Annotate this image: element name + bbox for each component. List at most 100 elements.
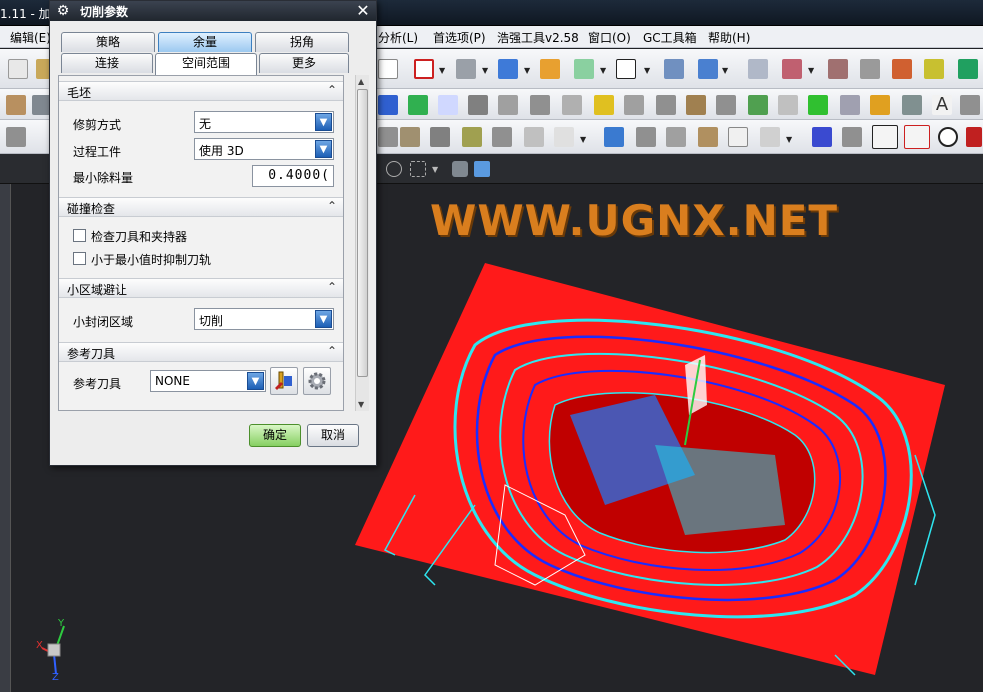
close-icon[interactable]: ✕ — [352, 1, 374, 21]
spring-icon[interactable] — [698, 127, 718, 147]
layer-icon[interactable] — [574, 59, 594, 79]
play-icon[interactable] — [958, 59, 978, 79]
menu-gc-toolbox[interactable]: GC工具箱 — [643, 29, 697, 46]
list-icon[interactable] — [778, 95, 798, 115]
chevron-down-icon[interactable]: ▼ — [600, 67, 608, 75]
gear-tool-icon[interactable] — [924, 59, 944, 79]
tool-icon[interactable] — [892, 59, 912, 79]
point-set-icon[interactable] — [782, 59, 802, 79]
new-tool-button[interactable] — [303, 367, 331, 395]
tree-icon[interactable] — [468, 95, 488, 115]
ok-button[interactable]: 确定 — [249, 424, 301, 447]
group-header-blank[interactable]: 毛坯 ⌃ — [59, 81, 343, 101]
group-header-ref-tool[interactable]: 参考刀具 ⌃ — [59, 342, 343, 362]
drill-icon[interactable] — [594, 95, 614, 115]
text-icon[interactable]: A — [932, 95, 952, 115]
dialog-title-bar[interactable]: ⚙ 切削参数 ✕ — [50, 1, 376, 21]
cylinder-icon[interactable] — [624, 95, 644, 115]
chevron-up-icon[interactable]: ⌃ — [327, 199, 337, 213]
color-swatch-icon[interactable] — [616, 59, 636, 79]
link-icon[interactable] — [842, 127, 862, 147]
info-icon[interactable] — [604, 127, 624, 147]
solid-icon[interactable] — [840, 95, 860, 115]
menu-haoqiang-tools[interactable]: 浩强工具v2.58 — [497, 29, 579, 46]
tab-connections[interactable]: 连接 — [61, 53, 153, 73]
chevron-down-icon[interactable]: ▼ — [644, 67, 652, 75]
chevron-down-icon[interactable]: ▼ — [315, 140, 332, 158]
circle-target-icon[interactable] — [938, 127, 958, 147]
chevron-down-icon[interactable]: ▼ — [247, 372, 264, 390]
sketch-icon[interactable] — [6, 127, 26, 147]
copy-icon[interactable] — [430, 127, 450, 147]
fit-icon[interactable] — [728, 127, 748, 147]
check-icon[interactable] — [808, 95, 828, 115]
extrude-icon[interactable] — [378, 127, 398, 147]
chevron-down-icon[interactable]: ▼ — [315, 113, 332, 131]
folder-icon[interactable] — [400, 127, 420, 147]
resource-bar[interactable] — [0, 184, 11, 692]
grid-icon[interactable] — [462, 127, 482, 147]
xyz-icon[interactable] — [562, 95, 582, 115]
ref-tool-select[interactable]: NONE ▼ — [150, 370, 266, 392]
tab-stock[interactable]: 余量 — [158, 32, 252, 52]
small-closed-area-select[interactable]: 切削 ▼ — [194, 308, 334, 330]
scroll-down-icon[interactable]: ▼ — [358, 400, 364, 409]
part-icon[interactable] — [6, 95, 26, 115]
paint-icon[interactable] — [540, 59, 560, 79]
fraction-icon[interactable] — [554, 127, 574, 147]
step-icon[interactable] — [530, 95, 550, 115]
chevron-down-icon[interactable]: ▼ — [315, 310, 332, 328]
group-header-collision[interactable]: 碰撞检查 ⌃ — [59, 197, 343, 217]
group-header-small-area[interactable]: 小区域避让 ⌃ — [59, 278, 343, 298]
chevron-down-icon[interactable]: ▼ — [432, 166, 440, 174]
trim-by-select[interactable]: 无 ▼ — [194, 111, 334, 133]
tab-strategy[interactable]: 策略 — [61, 32, 155, 52]
menu-analysis[interactable]: 分析(L) — [378, 29, 418, 46]
program-icon[interactable] — [408, 95, 428, 115]
chevron-up-icon[interactable]: ⌃ — [327, 83, 337, 97]
new-file-icon[interactable] — [8, 59, 28, 79]
snap-point-icon[interactable] — [386, 161, 402, 177]
dimension-icon[interactable] — [760, 127, 780, 147]
move-object-icon[interactable] — [698, 59, 718, 79]
check-holder-checkbox[interactable] — [73, 229, 86, 242]
block-icon[interactable] — [860, 59, 880, 79]
min-material-input[interactable]: 0.4000( — [252, 165, 334, 187]
tab-corners[interactable]: 拐角 — [255, 32, 349, 52]
selection-filter-icon[interactable] — [378, 59, 398, 79]
section-icon[interactable] — [872, 125, 898, 149]
brush-icon[interactable] — [812, 127, 832, 147]
surface-icon[interactable] — [656, 95, 676, 115]
chevron-down-icon[interactable]: ▼ — [722, 67, 730, 75]
menu-window[interactable]: 窗口(O) — [588, 29, 631, 46]
chevron-down-icon[interactable]: ▼ — [580, 136, 588, 144]
part-model-with-toolpaths[interactable] — [355, 255, 983, 692]
select-tool-button[interactable] — [270, 367, 298, 395]
shaded-icon[interactable] — [452, 161, 468, 177]
column-icon[interactable] — [716, 95, 736, 115]
sweep-icon[interactable] — [960, 95, 980, 115]
dialog-scrollbar[interactable]: ▲ ▼ — [355, 75, 369, 411]
bar-icon[interactable] — [686, 95, 706, 115]
prt-icon[interactable] — [438, 95, 458, 115]
chevron-up-icon[interactable]: ⌃ — [327, 280, 337, 294]
fit-view-icon[interactable] — [414, 59, 434, 79]
scroll-thumb[interactable] — [357, 89, 368, 377]
cancel-button[interactable]: 取消 — [307, 424, 359, 447]
measure-icon[interactable] — [902, 95, 922, 115]
menu-preferences[interactable]: 首选项(P) — [433, 29, 486, 46]
chevron-down-icon[interactable]: ▼ — [482, 67, 490, 75]
chevron-down-icon[interactable]: ▼ — [524, 67, 532, 75]
rect-icon[interactable] — [748, 95, 768, 115]
color-cube-icon[interactable] — [870, 95, 890, 115]
view-cube-icon[interactable] — [474, 161, 490, 177]
scroll-up-icon[interactable]: ▲ — [358, 77, 364, 86]
document-icon[interactable] — [748, 59, 768, 79]
arc-icon[interactable] — [524, 127, 544, 147]
table-icon[interactable] — [492, 127, 512, 147]
chevron-down-icon[interactable]: ▼ — [808, 67, 816, 75]
tab-containment[interactable]: 空间范围 — [155, 53, 257, 75]
cube-icon[interactable] — [498, 59, 518, 79]
gear-part-icon[interactable] — [666, 127, 686, 147]
suppress-toolpath-checkbox[interactable] — [73, 252, 86, 265]
